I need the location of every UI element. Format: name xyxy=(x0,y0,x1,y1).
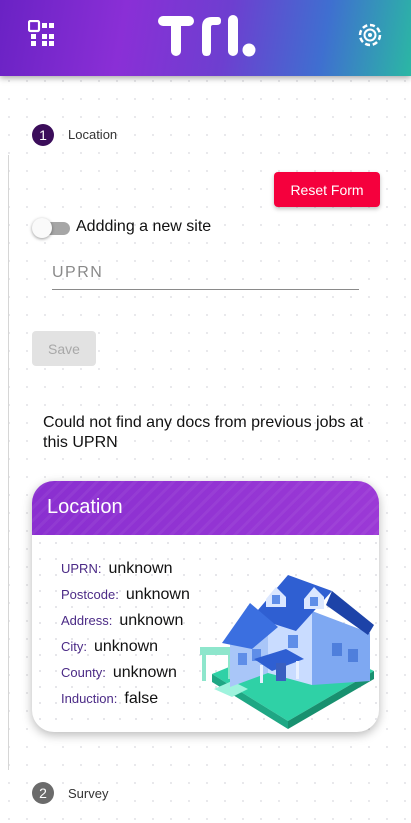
location-card: Location UPRN: unknown Postcode: unknown A… xyxy=(32,481,379,732)
new-site-toggle-label[interactable]: Addding a new site xyxy=(76,218,211,236)
app-header xyxy=(0,0,411,76)
no-docs-message: Could not find any docs from previous jo… xyxy=(43,414,364,451)
location-card-title: Location xyxy=(47,496,123,518)
field-value: unknown xyxy=(125,586,190,603)
field-label: UPRN: xyxy=(61,561,102,576)
uprn-field[interactable] xyxy=(52,258,359,290)
field-row-uprn: UPRN: unknown xyxy=(61,560,173,578)
field-row-county: County: unknown xyxy=(61,664,177,682)
field-label: Induction: xyxy=(61,691,118,706)
field-value: unknown xyxy=(112,664,177,681)
new-site-toggle[interactable] xyxy=(32,218,70,238)
location-card-header: Location xyxy=(32,481,379,535)
field-row-induction: Induction: false xyxy=(61,690,158,708)
field-value: unknown xyxy=(108,560,173,577)
field-value: unknown xyxy=(94,638,159,655)
grid-menu-icon[interactable] xyxy=(28,20,58,50)
step-1-badge[interactable]: 1 xyxy=(32,124,54,146)
save-button[interactable]: Save xyxy=(32,331,96,366)
field-row-postcode: Postcode: unknown xyxy=(61,586,190,604)
field-value: unknown xyxy=(119,612,184,629)
settings-gear-icon[interactable] xyxy=(355,20,385,50)
field-label: Postcode: xyxy=(61,587,119,602)
field-row-address: Address: unknown xyxy=(61,612,183,630)
step-1-label[interactable]: Location xyxy=(68,127,117,142)
stepper-rail xyxy=(8,155,9,770)
field-label: City: xyxy=(61,639,87,654)
step-2-label[interactable]: Survey xyxy=(68,786,108,801)
toggle-thumb[interactable] xyxy=(32,218,52,238)
field-row-city: City: unknown xyxy=(61,638,158,656)
reset-form-button[interactable]: Reset Form xyxy=(274,172,380,207)
field-label: Address: xyxy=(61,613,113,628)
house-illustration xyxy=(200,575,374,729)
field-value: false xyxy=(124,690,159,707)
tl-logo[interactable] xyxy=(155,13,257,59)
uprn-input[interactable] xyxy=(52,258,359,288)
field-label: County: xyxy=(61,665,106,680)
step-2-badge[interactable]: 2 xyxy=(32,782,54,804)
